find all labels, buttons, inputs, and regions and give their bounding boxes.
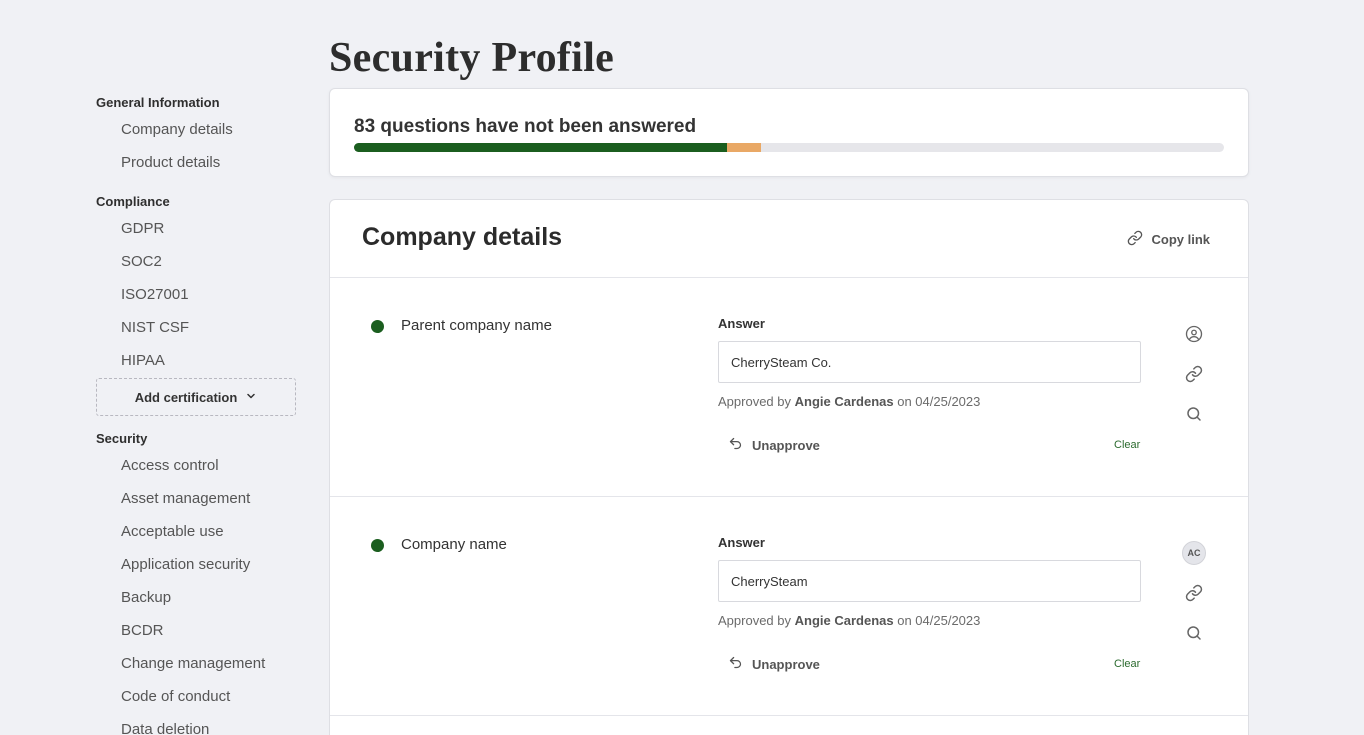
sidebar-heading: General Information [96, 95, 220, 110]
sidebar-heading: Security [96, 431, 148, 446]
sidebar-item-data-deletion[interactable]: Data deletion [96, 713, 296, 735]
question-row: Parent company name Answer Approved by A… [330, 278, 1248, 497]
question-label: Parent company name [401, 317, 552, 334]
assignee-avatar[interactable]: AC [1182, 541, 1206, 565]
approval-status: Approved by Angie Cardenas on 04/25/2023 [718, 394, 980, 409]
chevron-down-icon [245, 390, 257, 405]
question-actions: AC [1182, 541, 1206, 661]
clear-button[interactable]: Clear [1114, 439, 1140, 451]
unapprove-label: Unapprove [752, 437, 820, 453]
sidebar-item-backup[interactable]: Backup [96, 581, 296, 614]
unanswered-summary: 83 questions have not been answered [354, 116, 697, 137]
unapprove-label: Unapprove [752, 656, 820, 672]
add-certification-button[interactable]: Add certification [96, 378, 296, 416]
approved-date: on 04/25/2023 [897, 613, 981, 628]
add-certification-label: Add certification [134, 389, 238, 405]
clear-button[interactable]: Clear [1114, 658, 1140, 670]
link-icon[interactable] [1182, 362, 1206, 386]
sidebar-item-code-of-conduct[interactable]: Code of conduct [96, 680, 296, 713]
search-icon[interactable] [1182, 402, 1206, 426]
sidebar-heading: Compliance [96, 194, 170, 209]
sidebar-group-compliance: Compliance GDPR SOC2 ISO27001 NIST CSF H… [96, 193, 296, 416]
sidebar-item-change-management[interactable]: Change management [96, 647, 296, 680]
progress-pending-segment [727, 143, 762, 152]
page-title: Security Profile [329, 35, 615, 81]
unapprove-button[interactable]: Unapprove [728, 655, 820, 673]
sidebar-item-asset-management[interactable]: Asset management [96, 482, 296, 515]
status-dot [371, 539, 384, 552]
approved-prefix: Approved by [718, 613, 791, 628]
approver-name: Angie Cardenas [794, 613, 894, 628]
copy-link-button[interactable]: Copy link [1127, 230, 1210, 249]
sidebar-group-general: General Information Company details Prod… [96, 94, 296, 179]
approver-name: Angie Cardenas [794, 394, 894, 409]
sidebar-item-application-security[interactable]: Application security [96, 548, 296, 581]
user-circle-icon[interactable] [1182, 322, 1206, 346]
copy-link-label: Copy link [1151, 232, 1210, 247]
answer-input[interactable] [718, 341, 1141, 383]
sidebar-item-gdpr[interactable]: GDPR [96, 212, 296, 245]
sidebar-item-acceptable-use[interactable]: Acceptable use [96, 515, 296, 548]
section-title: Company details [362, 223, 563, 251]
progress-card: 83 questions have not been answered [329, 88, 1249, 177]
approved-date: on 04/25/2023 [897, 394, 981, 409]
sidebar-item-hipaa[interactable]: HIPAA [96, 344, 296, 377]
status-dot [371, 320, 384, 333]
sidebar-item-product-details[interactable]: Product details [96, 146, 296, 179]
company-details-card: Company details Copy link Parent company… [329, 199, 1249, 735]
sidebar-nav: General Information Company details Prod… [96, 94, 296, 735]
unapprove-button[interactable]: Unapprove [728, 436, 820, 454]
sidebar-item-company-details[interactable]: Company details [96, 113, 296, 146]
answer-input[interactable] [718, 560, 1141, 602]
question-label: Company name [401, 536, 507, 553]
link-icon[interactable] [1182, 581, 1206, 605]
sidebar-item-soc2[interactable]: SOC2 [96, 245, 296, 278]
approved-prefix: Approved by [718, 394, 791, 409]
sidebar-group-security: Security Access control Asset management… [96, 430, 296, 735]
progress-approved-segment [354, 143, 728, 152]
sidebar-item-bcdr[interactable]: BCDR [96, 614, 296, 647]
avatar: AC [1182, 541, 1206, 565]
search-icon[interactable] [1182, 621, 1206, 645]
question-row: Company name Answer Approved by Angie Ca… [330, 497, 1248, 716]
progress-bar [354, 143, 1224, 152]
question-actions [1182, 322, 1206, 442]
section-header: Company details Copy link [330, 200, 1248, 278]
sidebar-item-access-control[interactable]: Access control [96, 449, 296, 482]
approval-status: Approved by Angie Cardenas on 04/25/2023 [718, 613, 980, 628]
link-icon [1127, 230, 1143, 249]
undo-icon [728, 436, 743, 454]
undo-icon [728, 655, 743, 673]
sidebar-item-iso27001[interactable]: ISO27001 [96, 278, 296, 311]
sidebar-item-nist-csf[interactable]: NIST CSF [96, 311, 296, 344]
answer-label: Answer [718, 316, 765, 331]
answer-label: Answer [718, 535, 765, 550]
